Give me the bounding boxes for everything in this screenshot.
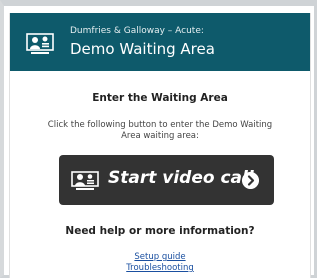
- page-title: Demo Waiting Area: [70, 40, 215, 58]
- chevron-right-circle-icon: [242, 172, 259, 189]
- video-consult-people-icon: [71, 171, 99, 190]
- start-video-call-button[interactable]: Start video call: [59, 155, 274, 205]
- enter-waiting-area-heading: Enter the Waiting Area: [92, 92, 228, 104]
- video-consult-people-icon: [26, 33, 54, 54]
- header-bar: Dumfries & Galloway – Acute: Demo Waitin…: [10, 13, 310, 71]
- start-video-call-label: Start video call: [108, 168, 254, 188]
- help-heading: Need help or more information?: [65, 225, 255, 237]
- troubleshooting-link[interactable]: Troubleshooting: [10, 263, 310, 273]
- setup-guide-link[interactable]: Setup guide: [10, 252, 310, 262]
- organisation-subtitle: Dumfries & Galloway – Acute:: [70, 26, 204, 36]
- waiting-area-card: Dumfries & Galloway – Acute: Demo Waitin…: [9, 13, 311, 278]
- instructions-text: Click the following button to enter the …: [47, 120, 273, 141]
